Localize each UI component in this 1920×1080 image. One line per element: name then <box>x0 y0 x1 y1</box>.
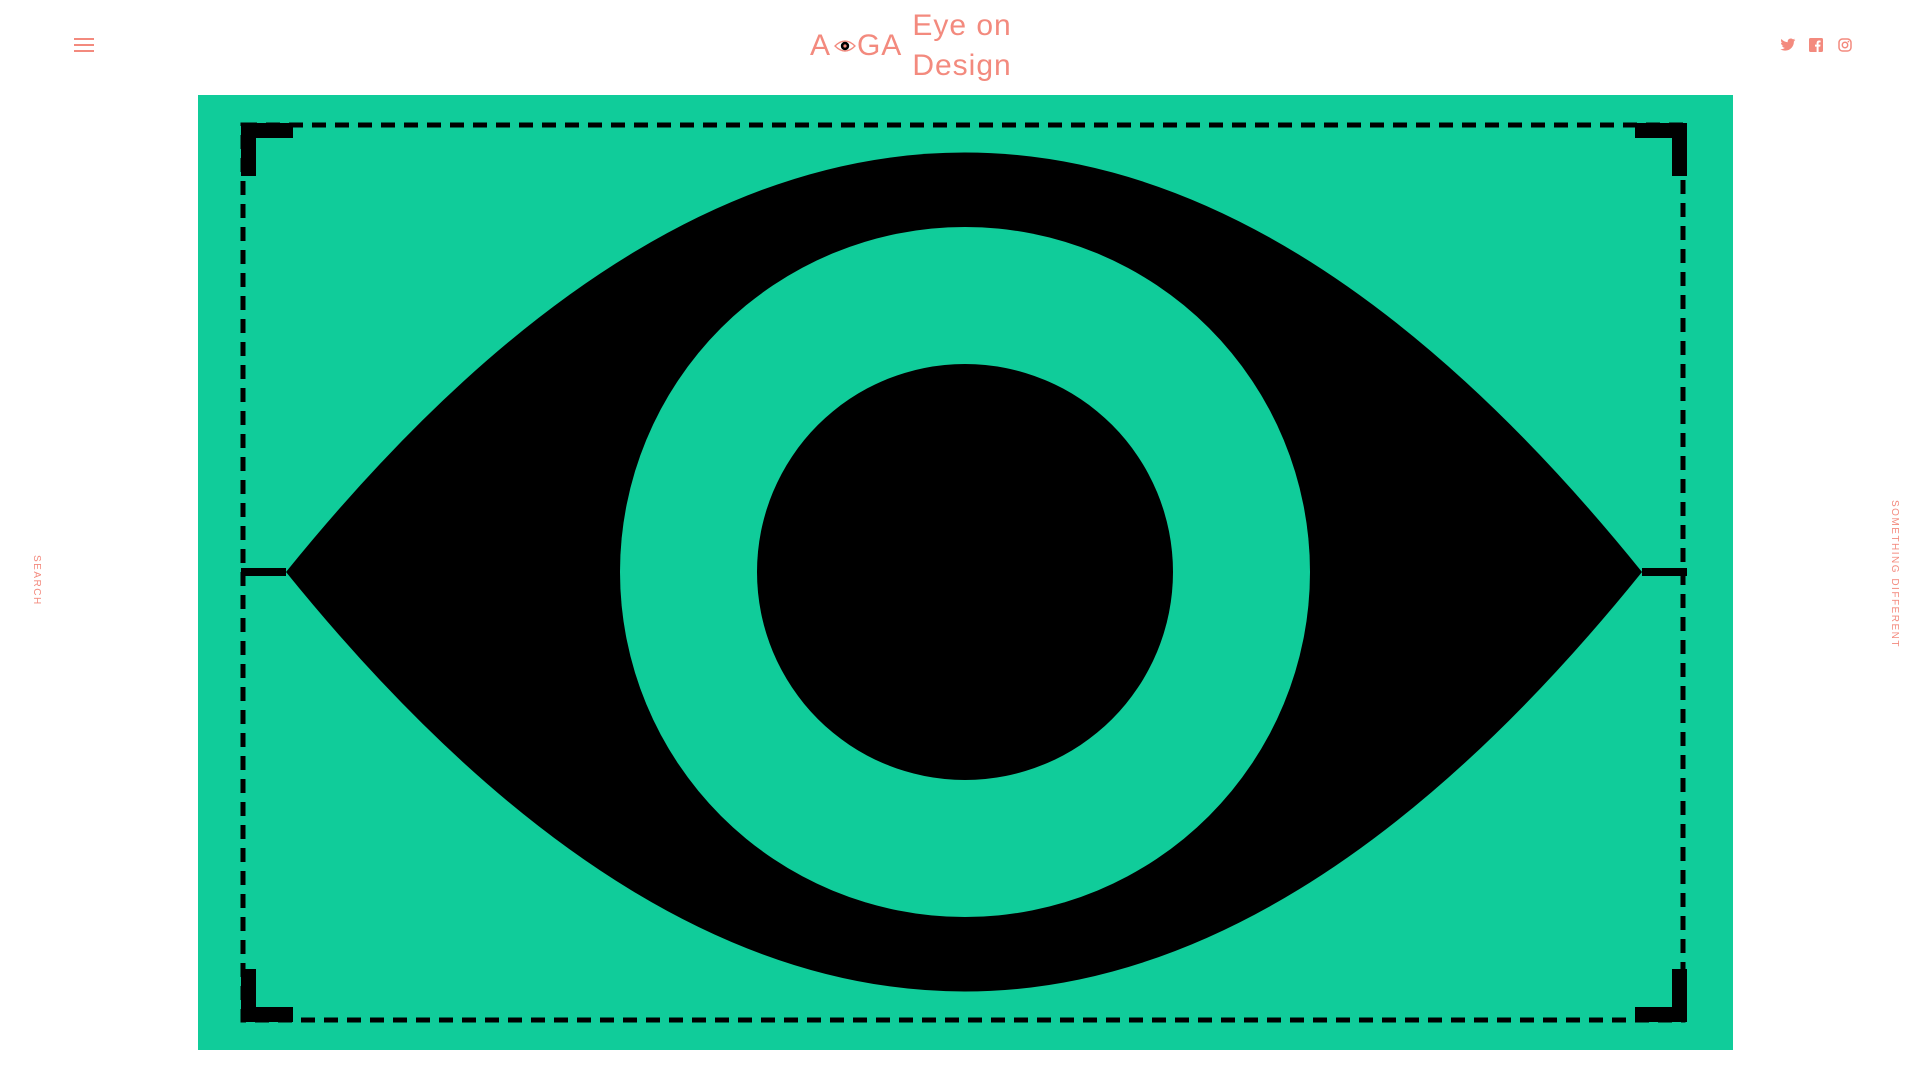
eye-illustration <box>240 122 1687 1023</box>
corner-top-left <box>241 123 293 176</box>
pupil <box>757 364 1173 780</box>
tagline-label: SOMETHING DIFFERENT <box>1889 500 1900 648</box>
right-tick <box>1642 568 1687 576</box>
corner-bottom-left <box>241 969 293 1022</box>
hamburger-menu-icon[interactable] <box>74 38 96 56</box>
facebook-icon[interactable] <box>1809 38 1825 54</box>
menu-bar-bottom <box>74 50 94 52</box>
search-label: SEARCH <box>31 555 42 606</box>
page: A GA Eye on Design SEARCH SOMETHING DIFF… <box>0 0 1920 1080</box>
logo-text-ga: GA <box>856 29 903 62</box>
corner-bottom-right <box>1635 969 1687 1022</box>
logo-text-a: A <box>810 29 832 62</box>
corner-top-right <box>1635 123 1687 176</box>
search-link[interactable]: SEARCH <box>30 555 44 610</box>
instagram-icon[interactable] <box>1838 38 1854 54</box>
menu-bar-top <box>74 38 94 40</box>
site-logo[interactable]: A GA Eye on Design <box>810 9 1120 82</box>
logo-text-eye-on-design: Eye on Design <box>912 9 1012 82</box>
left-tick <box>241 568 286 576</box>
eye-logo-icon <box>834 39 856 53</box>
menu-bar-middle <box>74 44 94 46</box>
tagline: SOMETHING DIFFERENT <box>1888 500 1902 660</box>
hero-image[interactable] <box>198 95 1733 1050</box>
twitter-icon[interactable] <box>1780 38 1796 54</box>
